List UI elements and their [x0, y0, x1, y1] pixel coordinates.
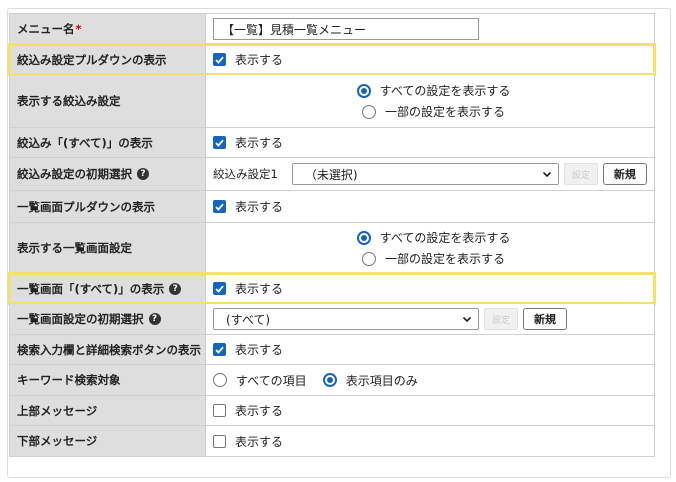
filter-all-label: 絞込み「(すべて)」の表示: [10, 128, 206, 157]
radio-selected[interactable]: [356, 230, 371, 245]
filter-initial-prefix: 絞込み設定1: [213, 167, 278, 181]
filter-pulldown-checkbox[interactable]: [213, 53, 226, 66]
filter-pulldown-checkbox-label: 表示する: [235, 53, 284, 67]
row-filter-pulldown: 絞込み設定プルダウンの表示 表示する: [8, 43, 656, 76]
search-box-checkbox[interactable]: [213, 343, 226, 356]
radio-unselected[interactable]: [213, 373, 227, 387]
row-list-pulldown: 一覧画面プルダウンの表示 表示する: [9, 191, 655, 223]
radio-unselected[interactable]: [361, 251, 376, 266]
keyword-option-visible[interactable]: 表示項目のみ: [322, 372, 418, 389]
search-box-label: 検索入力欄と詳細検索ボタンの表示: [10, 335, 206, 364]
help-icon[interactable]: ?: [137, 168, 149, 180]
row-top-message: 上部メッセージ 表示する: [9, 396, 655, 426]
list-all-checkbox[interactable]: [213, 282, 226, 295]
keyword-target-label: キーワード検索対象: [10, 365, 206, 395]
menu-name-input[interactable]: 【一覧】見積一覧メニュー: [213, 18, 479, 40]
list-initial-label: 一覧画面設定の初期選択?: [10, 304, 206, 334]
row-list-setting: 表示する一覧画面設定 すべての設定を表示する 一部の設定を表示する: [9, 223, 655, 274]
radio-selected[interactable]: [322, 373, 337, 387]
filter-initial-select[interactable]: （未選択): [291, 163, 559, 185]
list-setting-option-all[interactable]: すべての設定を表示する: [356, 227, 510, 248]
list-setting-button[interactable]: 設定: [484, 308, 518, 330]
row-keyword-target: キーワード検索対象 すべての項目 表示項目のみ: [9, 365, 655, 396]
help-icon[interactable]: ?: [169, 282, 182, 295]
list-new-button[interactable]: 新規: [523, 308, 567, 330]
row-menu-name: メニュー名 * 【一覧】見積一覧メニュー: [9, 14, 655, 45]
required-mark: *: [75, 22, 82, 36]
top-message-checkbox[interactable]: [213, 404, 226, 417]
filter-setting-option-partial[interactable]: 一部の設定を表示する: [361, 101, 505, 122]
help-icon[interactable]: ?: [148, 313, 161, 325]
radio-unselected[interactable]: [361, 104, 376, 119]
filter-pulldown-label: 絞込み設定プルダウンの表示: [10, 45, 206, 74]
radio-selected[interactable]: [356, 83, 371, 98]
row-bottom-message: 下部メッセージ 表示する: [9, 426, 655, 457]
filter-setting-option-all[interactable]: すべての設定を表示する: [356, 80, 510, 101]
list-pulldown-checkbox[interactable]: [213, 200, 226, 213]
list-pulldown-label: 一覧画面プルダウンの表示: [10, 191, 206, 222]
row-search-box: 検索入力欄と詳細検索ボタンの表示 表示する: [9, 335, 655, 365]
bottom-message-label: 下部メッセージ: [10, 426, 206, 456]
filter-setting-button[interactable]: 設定: [563, 163, 598, 185]
list-setting-option-partial[interactable]: 一部の設定を表示する: [361, 248, 505, 269]
filter-initial-label: 絞込み設定の初期選択?: [10, 158, 206, 190]
filter-all-checkbox[interactable]: [213, 136, 226, 149]
row-list-initial: 一覧画面設定の初期選択? (すべて) 設定 新規: [9, 304, 655, 335]
row-filter-initial: 絞込み設定の初期選択? 絞込み設定1 （未選択) 設定 新規: [9, 158, 655, 191]
menu-name-label: メニュー名 *: [10, 14, 206, 44]
bottom-message-checkbox[interactable]: [213, 434, 226, 448]
list-initial-select[interactable]: (すべて): [213, 308, 479, 330]
filter-setting-label: 表示する絞込み設定: [10, 75, 206, 127]
list-setting-label: 表示する一覧画面設定: [10, 223, 206, 273]
list-all-label: 一覧画面「(すべて)」の表示?: [10, 274, 206, 303]
row-list-all: 一覧画面「(すべて)」の表示? 表示する: [8, 272, 656, 305]
filter-new-button[interactable]: 新規: [602, 163, 647, 185]
keyword-option-all[interactable]: すべての項目: [213, 372, 307, 389]
chevron-down-icon: [462, 316, 472, 323]
row-filter-setting: 表示する絞込み設定 すべての設定を表示する 一部の設定を表示する: [9, 75, 655, 128]
settings-table: メニュー名 * 【一覧】見積一覧メニュー 絞込み設定プルダウンの表示 表示する 表…: [8, 13, 656, 457]
top-message-label: 上部メッセージ: [10, 396, 206, 425]
row-filter-all: 絞込み「(すべて)」の表示 表示する: [9, 128, 655, 158]
chevron-down-icon: [542, 171, 551, 178]
